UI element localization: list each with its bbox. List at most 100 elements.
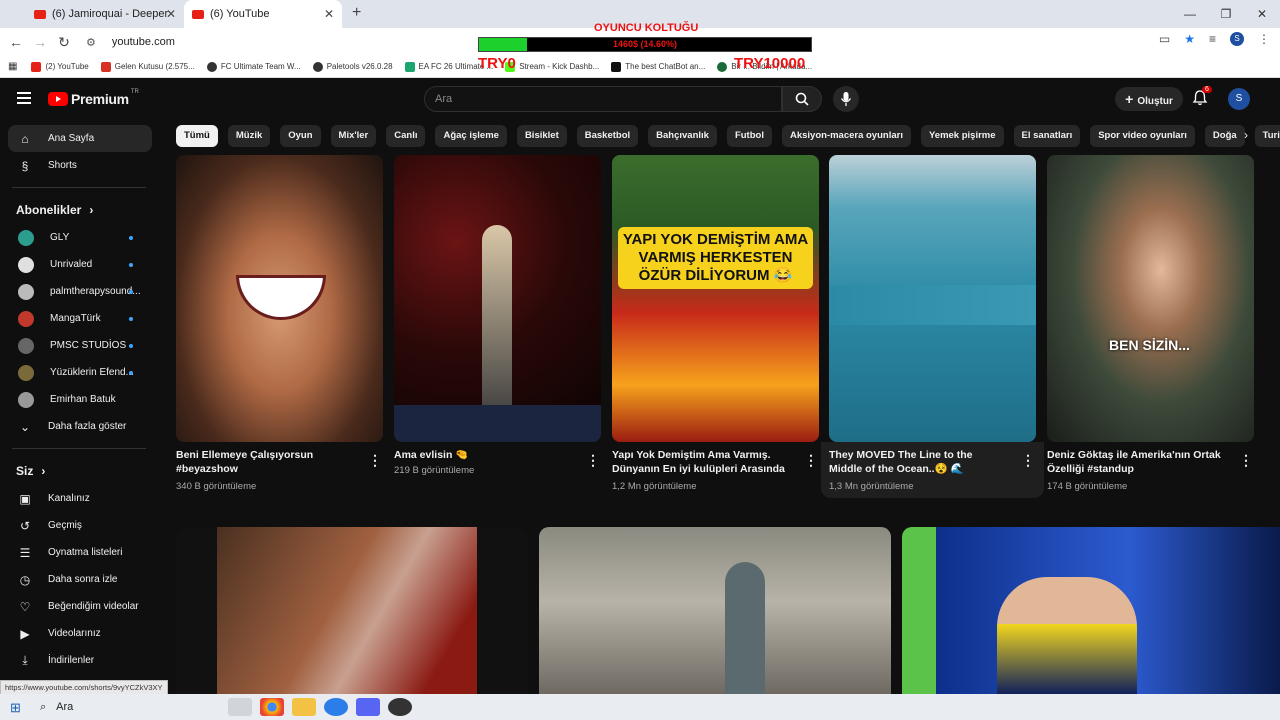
short-title[interactable]: Ama evlisin 🤏: [394, 448, 574, 462]
sidebar-subscription[interactable]: GLY: [0, 224, 158, 251]
short-thumbnail[interactable]: [829, 155, 1036, 442]
menu-icon[interactable]: ⋮: [1258, 32, 1270, 46]
video-thumbnail[interactable]: [539, 527, 891, 694]
close-tab-icon[interactable]: ✕: [324, 7, 334, 21]
create-button[interactable]: + Oluştur: [1115, 87, 1183, 111]
donation-progress-bar: 1460$ (14.60%): [478, 37, 812, 52]
sidebar-item-channel[interactable]: ▣ Kanalınız: [0, 485, 158, 512]
back-icon[interactable]: ←: [4, 34, 28, 50]
menu-hamburger-icon[interactable]: [17, 92, 31, 104]
more-options-icon[interactable]: ⋮: [1021, 452, 1035, 469]
filter-chip[interactable]: Bahçıvanlık: [648, 125, 717, 147]
filter-chip[interactable]: Ağaç işleme: [435, 125, 507, 147]
sidebar-item-download[interactable]: ⤓ İndirilenler: [0, 647, 158, 674]
site-info-icon[interactable]: ⚙: [86, 36, 96, 49]
sidebar-subscription[interactable]: Emirhan Batuk: [0, 386, 158, 413]
search-input[interactable]: Ara: [424, 86, 782, 112]
more-options-icon[interactable]: ⋮: [368, 452, 382, 469]
sidebar-subscription[interactable]: Unrivaled: [0, 251, 158, 278]
cast-icon[interactable]: ▭: [1159, 32, 1170, 46]
filter-chip[interactable]: Spor video oyunları: [1090, 125, 1195, 147]
close-window-icon[interactable]: ✕: [1244, 0, 1280, 28]
short-thumbnail[interactable]: [394, 155, 601, 442]
category-chips: Tümü Müzik Oyun Mix'ler Canlı Ağaç işleme Bisi…: [176, 125, 1280, 147]
sidebar-item-clock[interactable]: ◷ Daha sonra izle: [0, 566, 158, 593]
filter-chip[interactable]: Tümü: [176, 125, 218, 147]
chrome-icon[interactable]: [260, 698, 284, 716]
bookmark[interactable]: (2) YouTube: [31, 61, 89, 72]
forward-icon[interactable]: →: [28, 34, 52, 50]
bookmark[interactable]: Stream - Kick Dashb...: [505, 61, 599, 72]
thumbnail-overlay-text: BEN SİZİN...: [1109, 337, 1190, 353]
close-tab-icon[interactable]: ✕: [166, 7, 176, 21]
short-thumbnail[interactable]: [176, 155, 383, 442]
filter-chip[interactable]: Canlı: [386, 125, 426, 147]
sidebar-item-playlist[interactable]: ☰ Oynatma listeleri: [0, 539, 158, 566]
browser-tab-active[interactable]: (6) YouTube ✕: [184, 0, 342, 28]
browser-tab[interactable]: (6) Jamiroquai - Deeper Underg ✕: [26, 0, 184, 28]
sidebar-item-like[interactable]: ♡ Beğendiğim videolar: [0, 593, 158, 620]
filter-chip[interactable]: Oyun: [280, 125, 321, 147]
bookmark[interactable]: FC Ultimate Team W...: [206, 61, 301, 72]
youtube-logo[interactable]: Premium TR: [48, 89, 139, 107]
search-button[interactable]: [782, 86, 822, 112]
profile-icon[interactable]: S: [1230, 32, 1244, 46]
short-title[interactable]: Deniz Göktaş ile Amerika'nın Ortak Özell…: [1047, 448, 1227, 476]
discord-icon[interactable]: [356, 698, 380, 716]
sidebar-subscription[interactable]: Yüzüklerin Efend...: [0, 359, 158, 386]
sidebar-subscription[interactable]: MangaTürk: [0, 305, 158, 332]
more-options-icon[interactable]: ⋮: [804, 452, 818, 469]
sidebar-subscription[interactable]: palmtherapysound...: [0, 278, 158, 305]
url-field[interactable]: youtube.com: [112, 36, 175, 48]
short-title[interactable]: Beni Ellemeye Çalışıyorsun #beyazshow: [176, 448, 356, 476]
more-options-icon[interactable]: ⋮: [586, 452, 600, 469]
filter-chip[interactable]: Aksiyon-macera oyunları: [781, 125, 911, 147]
bookmark[interactable]: The best ChatBot an...: [611, 61, 705, 72]
sidebar-item-video[interactable]: ▶ Videolarınız: [0, 620, 158, 647]
sidebar-item-home[interactable]: ⌂ Ana Sayfa: [8, 125, 152, 152]
bookmark[interactable]: Gelen Kutusu (2.575...: [100, 61, 195, 72]
sidebar-item-history[interactable]: ↺ Geçmiş: [0, 512, 158, 539]
account-avatar[interactable]: S: [1228, 88, 1250, 110]
chevron-right-icon[interactable]: ›: [1244, 128, 1248, 142]
filter-chip[interactable]: Futbol: [726, 125, 772, 147]
channel-avatar: [18, 391, 34, 408]
windows-start-icon[interactable]: ⊞: [10, 700, 21, 716]
sidebar-subscription[interactable]: PMSC STUDİOS: [0, 332, 158, 359]
bookmark-label: FC Ultimate Team W...: [220, 62, 301, 71]
restore-icon[interactable]: ❐: [1208, 0, 1244, 28]
sidebar-item-shorts[interactable]: § Shorts: [0, 152, 158, 179]
reload-icon[interactable]: ↻: [52, 34, 76, 51]
taskbar-search[interactable]: ⌕ Ara: [34, 694, 224, 720]
short-thumbnail[interactable]: YAPI YOK DEMİŞTİM AMA VARMIŞ HERKESTEN Ö…: [612, 155, 819, 442]
filter-chip[interactable]: Bisiklet: [516, 125, 567, 147]
you-heading[interactable]: Siz ›: [0, 457, 158, 485]
filter-chip[interactable]: Müzik: [227, 125, 271, 147]
more-options-icon[interactable]: ⋮: [1239, 452, 1253, 469]
video-thumbnail[interactable]: [176, 527, 528, 694]
filter-chip[interactable]: Turistik yerler: [1254, 125, 1280, 147]
filter-chip[interactable]: El sanatları: [1013, 125, 1081, 147]
show-more-button[interactable]: ⌄ Daha fazla göster: [0, 413, 158, 440]
filter-chip[interactable]: Basketbol: [576, 125, 639, 147]
short-thumbnail[interactable]: BEN SİZİN...: [1047, 155, 1254, 442]
short-title[interactable]: Yapı Yok Demiştim Ama Varmış. Dünyanın E…: [612, 448, 788, 476]
bookmark-star-icon[interactable]: ★: [1184, 32, 1195, 46]
file-explorer-icon[interactable]: [292, 698, 316, 716]
voice-search-button[interactable]: [833, 86, 859, 112]
minimize-icon[interactable]: —: [1172, 0, 1208, 28]
filter-chip[interactable]: Mix'ler: [330, 125, 377, 147]
subscriptions-heading[interactable]: Abonelikler ›: [0, 196, 158, 224]
bookmark[interactable]: Paletools v26.0.28: [312, 61, 393, 72]
video-thumbnail[interactable]: [902, 527, 1280, 694]
media-icon[interactable]: ≡: [1209, 32, 1216, 46]
sidebar: ⌂ Ana Sayfa § Shorts Abonelikler › GLY Unr…: [0, 119, 158, 694]
filter-chip[interactable]: Doğa: [1204, 125, 1245, 147]
task-view-icon[interactable]: [228, 698, 252, 716]
new-tab-button[interactable]: +: [352, 4, 361, 22]
apps-icon[interactable]: ▦: [8, 61, 17, 72]
short-title[interactable]: They MOVED The Line to the Middle of the…: [829, 448, 1007, 476]
filter-chip[interactable]: Yemek pişirme: [920, 125, 1004, 147]
app-icon[interactable]: [324, 698, 348, 716]
obs-icon[interactable]: [388, 698, 412, 716]
